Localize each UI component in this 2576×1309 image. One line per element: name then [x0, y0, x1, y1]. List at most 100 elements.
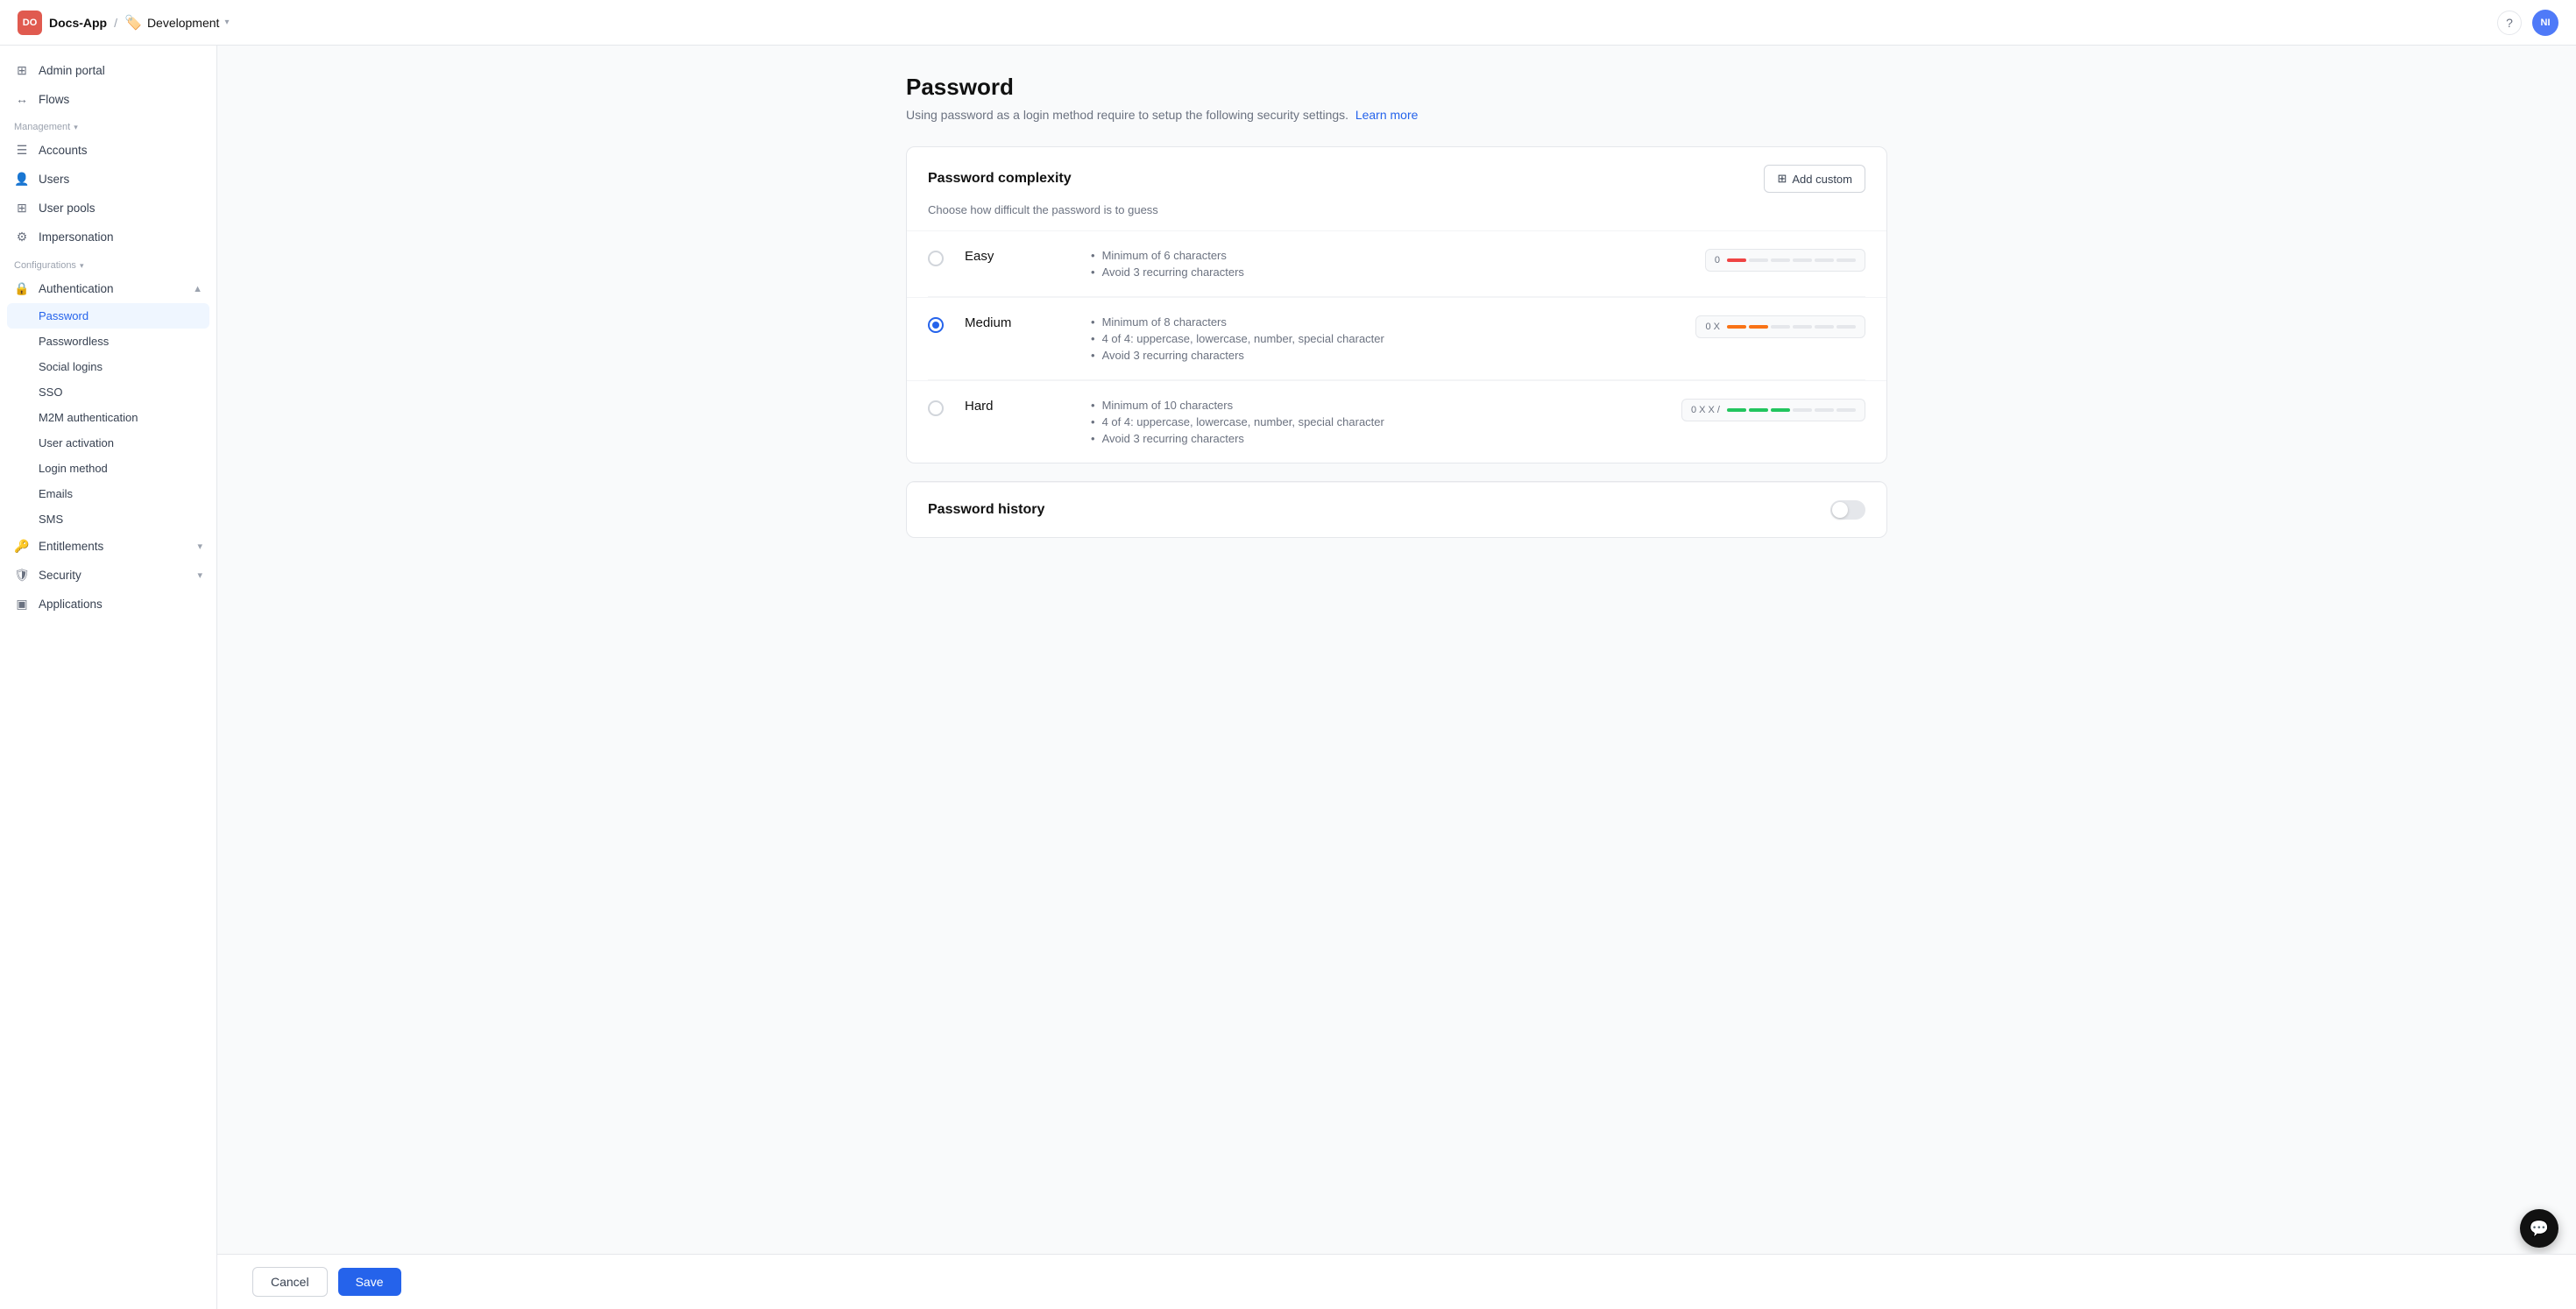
- sidebar-subitem-sso[interactable]: SSO: [0, 379, 216, 405]
- bottom-bar: Cancel Save: [217, 1254, 2576, 1309]
- sidebar-label-social-logins: Social logins: [39, 360, 103, 373]
- hard-strength: 0 X X /: [1681, 399, 1865, 421]
- management-section: Management ▾: [0, 113, 216, 136]
- sidebar-subitem-emails[interactable]: Emails: [0, 481, 216, 506]
- complexity-option-hard: Hard Minimum of 10 characters 4 of 4: up…: [907, 380, 1886, 463]
- sidebar-subitem-sms[interactable]: SMS: [0, 506, 216, 532]
- sidebar-item-security[interactable]: 🛡 Security ▾: [0, 561, 216, 590]
- radio-medium[interactable]: [928, 317, 944, 333]
- sidebar-subitem-user-activation[interactable]: User activation: [0, 430, 216, 456]
- security-chevron-icon: ▾: [197, 570, 202, 581]
- medium-bullet-1: Minimum of 8 characters: [1091, 315, 1674, 329]
- env-name: Development: [147, 16, 220, 30]
- sidebar-label-entitlements: Entitlements: [39, 540, 103, 553]
- radio-easy[interactable]: [928, 251, 944, 266]
- password-history-card: Password history: [906, 481, 1887, 538]
- page-title: Password: [906, 74, 1887, 101]
- layout: ⊞ Admin portal ↔ Flows Management ▾ ☰ Ac…: [0, 46, 2576, 1309]
- sidebar-label-sms: SMS: [39, 513, 63, 526]
- sidebar-subitem-m2m[interactable]: M2M authentication: [0, 405, 216, 430]
- sidebar-item-flows[interactable]: ↔ Flows: [0, 85, 216, 113]
- env-selector[interactable]: 🏷️ Development ▾: [124, 14, 229, 32]
- complexity-option-medium: Medium Minimum of 8 characters 4 of 4: u…: [907, 297, 1886, 379]
- authentication-icon: 🔒: [14, 281, 30, 296]
- seg-h1: [1727, 408, 1746, 412]
- help-button[interactable]: ?: [2497, 11, 2522, 35]
- seg-h3: [1771, 408, 1790, 412]
- seg-m1: [1727, 325, 1746, 329]
- main-content: Password Using password as a login metho…: [217, 46, 2576, 1309]
- seg-4: [1793, 258, 1812, 262]
- easy-details: Minimum of 6 characters Avoid 3 recurrin…: [1091, 249, 1684, 279]
- applications-icon: ▣: [14, 597, 30, 612]
- sidebar-item-impersonation[interactable]: ⚙ Impersonation: [0, 223, 216, 251]
- content-area: Password Using password as a login metho…: [871, 46, 1922, 626]
- seg-m6: [1836, 325, 1856, 329]
- sidebar-label-security: Security: [39, 569, 81, 582]
- learn-more-link[interactable]: Learn more: [1355, 108, 1419, 122]
- sidebar-label-m2m: M2M authentication: [39, 411, 138, 424]
- impersonation-icon: ⚙: [14, 230, 30, 244]
- medium-label: Medium: [965, 315, 1035, 330]
- separator: /: [114, 16, 117, 30]
- seg-m3: [1771, 325, 1790, 329]
- sidebar-item-admin-portal[interactable]: ⊞ Admin portal: [0, 56, 216, 85]
- sidebar-label-authentication: Authentication: [39, 282, 114, 295]
- sidebar-item-accounts[interactable]: ☰ Accounts: [0, 136, 216, 165]
- hard-details: Minimum of 10 characters 4 of 4: upperca…: [1091, 399, 1660, 445]
- env-chevron-icon: ▾: [224, 18, 229, 27]
- sidebar-label-impersonation: Impersonation: [39, 230, 114, 244]
- entitlements-chevron-icon: ▾: [197, 541, 202, 552]
- sidebar-label-user-pools: User pools: [39, 202, 96, 215]
- seg-2: [1749, 258, 1768, 262]
- sidebar-item-entitlements[interactable]: 🔑 Entitlements ▾: [0, 532, 216, 561]
- sidebar-subitem-passwordless[interactable]: Passwordless: [0, 329, 216, 354]
- entitlements-icon: 🔑: [14, 539, 30, 554]
- top-bar: DO Docs-App / 🏷️ Development ▾ ? NI: [0, 0, 2576, 46]
- sidebar-item-applications[interactable]: ▣ Applications: [0, 590, 216, 619]
- user-pools-icon: ⊞: [14, 201, 30, 216]
- top-bar-right: ? NI: [2497, 10, 2558, 36]
- sidebar-subitem-password[interactable]: Password: [7, 303, 209, 329]
- authentication-chevron-icon: ▲: [193, 284, 202, 294]
- easy-strength: 0: [1705, 249, 1865, 272]
- password-history-title: Password history: [928, 502, 1044, 518]
- top-bar-left: DO Docs-App / 🏷️ Development ▾: [18, 11, 229, 35]
- add-custom-button[interactable]: ⊞ Add custom: [1764, 165, 1865, 193]
- sidebar-item-user-pools[interactable]: ⊞ User pools: [0, 194, 216, 223]
- configurations-section: Configurations ▾: [0, 251, 216, 274]
- chat-widget[interactable]: 💬: [2520, 1209, 2558, 1248]
- sidebar-label-accounts: Accounts: [39, 144, 88, 157]
- seg-1: [1727, 258, 1746, 262]
- complexity-option-easy: Easy Minimum of 6 characters Avoid 3 rec…: [907, 230, 1886, 296]
- seg-5: [1815, 258, 1834, 262]
- app-logo: DO: [18, 11, 42, 35]
- seg-3: [1771, 258, 1790, 262]
- sidebar-item-users[interactable]: 👤 Users: [0, 165, 216, 194]
- cancel-button[interactable]: Cancel: [252, 1267, 328, 1297]
- seg-m2: [1749, 325, 1768, 329]
- sidebar-item-authentication[interactable]: 🔒 Authentication ▲: [0, 274, 216, 303]
- sidebar-label-admin-portal: Admin portal: [39, 64, 105, 77]
- hard-bullet-1: Minimum of 10 characters: [1091, 399, 1660, 412]
- sidebar-label-flows: Flows: [39, 93, 69, 106]
- avatar[interactable]: NI: [2532, 10, 2558, 36]
- password-history-header: Password history: [907, 482, 1886, 537]
- save-button[interactable]: Save: [338, 1268, 401, 1296]
- sidebar-subitem-social-logins[interactable]: Social logins: [0, 354, 216, 379]
- hard-bullet-2: 4 of 4: uppercase, lowercase, number, sp…: [1091, 415, 1660, 428]
- card-header: Password complexity ⊞ Add custom: [907, 147, 1886, 203]
- radio-hard[interactable]: [928, 400, 944, 416]
- page-description: Using password as a login method require…: [906, 108, 1887, 122]
- complexity-subtitle: Choose how difficult the password is to …: [907, 203, 1886, 230]
- sidebar-label-emails: Emails: [39, 487, 73, 500]
- easy-bullet-2: Avoid 3 recurring characters: [1091, 265, 1684, 279]
- sidebar-subitem-login-method[interactable]: Login method: [0, 456, 216, 481]
- sidebar-label-password: Password: [39, 309, 88, 322]
- seg-h2: [1749, 408, 1768, 412]
- sidebar-label-sso: SSO: [39, 386, 62, 399]
- hard-label: Hard: [965, 399, 1035, 414]
- password-history-toggle[interactable]: [1830, 500, 1865, 520]
- accounts-icon: ☰: [14, 143, 30, 158]
- seg-m5: [1815, 325, 1834, 329]
